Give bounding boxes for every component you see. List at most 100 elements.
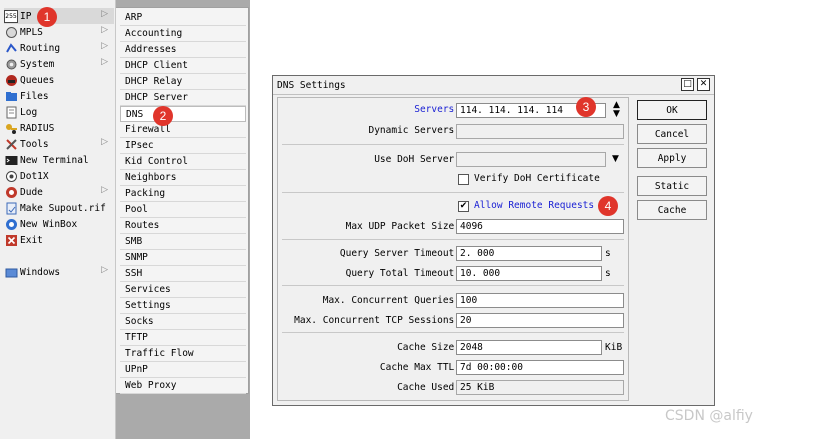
static-button[interactable]: Static — [637, 176, 707, 196]
sidebar-item-new-terminal[interactable]: New Terminal — [4, 152, 114, 168]
sidebar-item-tools[interactable]: Tools ▷ — [4, 136, 114, 152]
submenu-item-firewall[interactable]: Firewall — [120, 122, 246, 138]
submenu-arrow-icon: ▷ — [101, 137, 108, 147]
submenu-item-web-proxy[interactable]: Web Proxy — [120, 378, 246, 394]
sidebar-item-label: Make Supout.rif — [20, 202, 106, 214]
sidebar-item-files[interactable]: Files — [4, 88, 114, 104]
verify-doh-label: Verify DoH Certificate — [474, 173, 600, 184]
windows-icon — [4, 266, 18, 279]
restore-icon[interactable]: □ — [681, 78, 694, 91]
sidebar-item-make-supout[interactable]: Make Supout.rif — [4, 200, 114, 216]
gear-icon — [4, 58, 18, 71]
cache-size-field[interactable]: 2048 — [456, 340, 602, 355]
submenu-item-traffic-flow[interactable]: Traffic Flow — [120, 346, 246, 362]
apply-button[interactable]: Apply — [637, 148, 707, 168]
submenu-item-routes[interactable]: Routes — [120, 218, 246, 234]
submenu-item-services[interactable]: Services — [120, 282, 246, 298]
submenu-item-pool[interactable]: Pool — [120, 202, 246, 218]
step-badge-2: 2 — [153, 106, 173, 126]
submenu-item-socks[interactable]: Socks — [120, 314, 246, 330]
submenu-item-ipsec[interactable]: IPsec — [120, 138, 246, 154]
submenu-item-smb[interactable]: SMB — [120, 234, 246, 250]
ok-button[interactable]: OK — [637, 100, 707, 120]
allow-remote-label: Allow Remote Requests — [474, 200, 595, 211]
verify-doh-checkbox[interactable] — [458, 174, 469, 185]
watermark: CSDN @alfiy — [665, 408, 753, 424]
sidebar-item-label: New WinBox — [20, 218, 78, 230]
submenu-item-packing[interactable]: Packing — [120, 186, 246, 202]
cache-max-ttl-field[interactable]: 7d 00:00:00 — [456, 360, 624, 375]
dialog-titlebar[interactable]: DNS Settings □ ✕ — [273, 76, 714, 95]
mpls-icon — [4, 26, 18, 39]
sidebar-item-label: Files — [20, 90, 49, 102]
sidebar-item-dot1x[interactable]: Dot1X — [4, 168, 114, 184]
sidebar-item-queues[interactable]: Queues — [4, 72, 114, 88]
sidebar-item-ip[interactable]: 255 IP ▷ — [4, 8, 114, 24]
query-server-timeout-field[interactable]: 2. 000 — [456, 246, 602, 261]
servers-label: Servers: — [414, 104, 460, 115]
submenu-item-arp[interactable]: ARP — [120, 10, 246, 26]
close-icon[interactable]: ✕ — [697, 78, 710, 91]
use-doh-field[interactable] — [456, 152, 606, 167]
query-total-timeout-field[interactable]: 10. 000 — [456, 266, 602, 281]
sidebar-item-label: Exit — [20, 234, 43, 246]
dot1x-icon — [4, 170, 18, 183]
separator — [282, 239, 624, 240]
sidebar-menu: 255 IP ▷ MPLS ▷ Routing ▷ System ▷ Queue… — [0, 0, 116, 439]
dynamic-servers-field — [456, 124, 624, 139]
sidebar-item-new-winbox[interactable]: New WinBox — [4, 216, 114, 232]
max-udp-label: Max UDP Packet Size: — [345, 221, 460, 232]
timeout-unit: s — [605, 248, 611, 259]
query-server-timeout-label: Query Server Timeout: — [339, 248, 460, 259]
arrow-down-icon[interactable]: ▼ — [613, 110, 620, 119]
max-concurrent-queries-field[interactable]: 100 — [456, 293, 624, 308]
sidebar-item-mpls[interactable]: MPLS ▷ — [4, 24, 114, 40]
submenu-item-snmp[interactable]: SNMP — [120, 250, 246, 266]
sidebar-item-label: Dude — [20, 186, 43, 198]
submenu-item-dhcp-client[interactable]: DHCP Client — [120, 58, 246, 74]
terminal-icon — [4, 154, 18, 167]
submenu-item-dhcp-relay[interactable]: DHCP Relay — [120, 74, 246, 90]
tools-icon — [4, 138, 18, 151]
cache-button[interactable]: Cache — [637, 200, 707, 220]
queues-icon — [4, 74, 18, 87]
submenu-item-tftp[interactable]: TFTP — [120, 330, 246, 346]
sidebar-item-dude[interactable]: Dude ▷ — [4, 184, 114, 200]
submenu-item-neighbors[interactable]: Neighbors — [120, 170, 246, 186]
sidebar-item-exit[interactable]: Exit — [4, 232, 114, 248]
separator — [282, 192, 624, 193]
log-icon — [4, 106, 18, 119]
submenu-item-kid-control[interactable]: Kid Control — [120, 154, 246, 170]
radius-icon — [4, 122, 18, 135]
step-badge-1: 1 — [37, 7, 57, 27]
submenu-item-ssh[interactable]: SSH — [120, 266, 246, 282]
max-concurrent-tcp-field[interactable]: 20 — [456, 313, 624, 328]
submenu-item-dns[interactable]: DNS — [120, 106, 246, 122]
step-badge-4: 4 — [598, 196, 618, 216]
sidebar-item-log[interactable]: Log — [4, 104, 114, 120]
sidebar-item-radius[interactable]: RADIUS — [4, 120, 114, 136]
submenu-item-settings[interactable]: Settings — [120, 298, 246, 314]
timeout-unit: s — [605, 268, 611, 279]
use-doh-label: Use DoH Server: — [374, 154, 460, 165]
step-badge-3: 3 — [576, 97, 596, 117]
submenu-arrow-icon: ▷ — [101, 41, 108, 51]
submenu-item-dhcp-server[interactable]: DHCP Server — [120, 90, 246, 106]
submenu-item-upnp[interactable]: UPnP — [120, 362, 246, 378]
ip-icon: 255 — [4, 9, 18, 23]
dynamic-servers-label: Dynamic Servers: — [368, 125, 460, 136]
submenu-item-accounting[interactable]: Accounting — [120, 26, 246, 42]
dropdown-arrow-icon[interactable]: ▼ — [612, 155, 619, 164]
allow-remote-checkbox[interactable]: ✔ — [458, 201, 469, 212]
dns-form: Servers: 114. 114. 114. 114 ▲ ▼ Dynamic … — [277, 97, 629, 401]
sidebar-item-system[interactable]: System ▷ — [4, 56, 114, 72]
submenu-arrow-icon: ▷ — [101, 25, 108, 35]
sidebar-item-label: Routing — [20, 42, 61, 54]
submenu-item-addresses[interactable]: Addresses — [120, 42, 246, 58]
sidebar-item-windows[interactable]: Windows ▷ — [4, 264, 114, 280]
sidebar-item-routing[interactable]: Routing ▷ — [4, 40, 114, 56]
cancel-button[interactable]: Cancel — [637, 124, 707, 144]
sidebar-item-label: IP — [20, 10, 32, 22]
cache-size-unit: KiB — [605, 342, 623, 353]
max-udp-field[interactable]: 4096 — [456, 219, 624, 234]
